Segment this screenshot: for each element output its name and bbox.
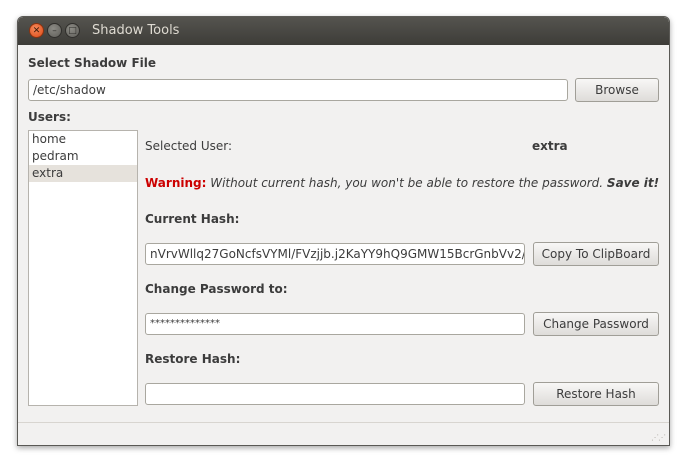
- current-hash-heading: Current Hash:: [145, 212, 240, 226]
- warning-prefix: Warning:: [145, 176, 207, 190]
- shadow-file-path-input[interactable]: /etc/shadow: [28, 79, 568, 101]
- change-password-button[interactable]: Change Password: [533, 312, 659, 336]
- user-list-item-home[interactable]: home: [29, 131, 137, 148]
- browse-button[interactable]: Browse: [575, 78, 659, 102]
- warning-message: Warning: Without current hash, you won't…: [145, 176, 659, 190]
- select-file-heading: Select Shadow File: [28, 56, 157, 70]
- current-hash-field[interactable]: nVrvWllq27GoNcfsVYMl/FVzjjb.j2KaYY9hQ9GM…: [145, 243, 525, 265]
- copy-to-clipboard-button[interactable]: Copy To ClipBoard: [533, 242, 659, 266]
- warning-text: Without current hash, you won't be able …: [206, 176, 607, 190]
- user-list-item-pedram[interactable]: pedram: [29, 148, 137, 165]
- users-list[interactable]: home pedram extra: [28, 130, 138, 406]
- users-heading: Users:: [28, 110, 71, 124]
- restore-hash-button[interactable]: Restore Hash: [533, 382, 659, 406]
- new-password-field[interactable]: **************: [145, 313, 525, 335]
- selected-user-label: Selected User:: [145, 139, 233, 153]
- restore-hash-heading: Restore Hash:: [145, 352, 241, 366]
- shadow-tools-window: ✕ – □ Shadow Tools Select Shadow File /e…: [17, 16, 670, 446]
- warning-save-it: Save it!: [606, 176, 660, 190]
- title-bar: ✕ – □ Shadow Tools: [18, 17, 669, 45]
- user-list-item-extra[interactable]: extra: [29, 165, 137, 182]
- restore-hash-field[interactable]: [145, 383, 525, 405]
- window-title: Shadow Tools: [92, 23, 180, 38]
- selected-user-value: extra: [532, 139, 568, 153]
- maximize-window-icon[interactable]: □: [65, 23, 80, 38]
- minimize-window-icon[interactable]: –: [47, 23, 62, 38]
- resize-grip-icon[interactable]: ⋰⋰: [651, 433, 666, 442]
- close-window-icon[interactable]: ✕: [29, 23, 44, 38]
- change-password-heading: Change Password to:: [145, 282, 288, 296]
- status-bar-divider: [18, 422, 669, 423]
